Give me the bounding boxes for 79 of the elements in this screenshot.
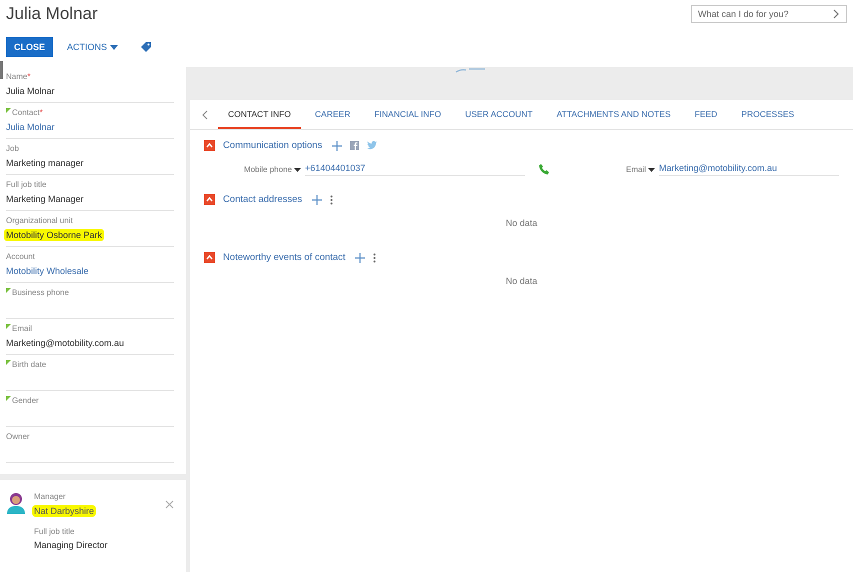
edit-corner-icon bbox=[6, 360, 11, 364]
field-value: Motobility Osborne Park bbox=[4, 228, 104, 240]
phone-field[interactable]: +61404401037 bbox=[304, 163, 525, 176]
phone-icon[interactable] bbox=[538, 164, 550, 175]
field-label: Gender bbox=[12, 396, 39, 404]
add-icon[interactable] bbox=[355, 252, 366, 262]
caret-icon bbox=[294, 168, 301, 172]
add-icon[interactable] bbox=[312, 194, 322, 204]
chevron-right-icon bbox=[832, 9, 840, 19]
section-title[interactable]: Communication options bbox=[222, 140, 322, 151]
more-icon[interactable] bbox=[373, 252, 376, 262]
manager-name[interactable]: Nat Darbyshire bbox=[32, 505, 96, 517]
field-label: Job bbox=[6, 144, 19, 152]
field-label: Account bbox=[6, 252, 35, 260]
form-field[interactable]: Name* Julia Molnar bbox=[6, 67, 174, 103]
field-label: Name* bbox=[6, 72, 30, 80]
field-label: Organizational unit bbox=[6, 216, 73, 224]
empty-message: No data bbox=[506, 276, 538, 286]
field-value: Marketing manager bbox=[6, 158, 84, 168]
edit-corner-icon bbox=[6, 396, 11, 400]
avatar-icon bbox=[6, 492, 26, 514]
field-value: Julia Molnar bbox=[6, 86, 55, 96]
form-field[interactable]: Gender bbox=[6, 391, 174, 427]
field-label: Contact* bbox=[12, 108, 43, 116]
form-field[interactable]: Job Marketing manager bbox=[6, 139, 174, 175]
caret-icon bbox=[110, 44, 118, 50]
field-label: Owner bbox=[6, 432, 30, 440]
close-button[interactable]: CLOSE bbox=[6, 37, 54, 57]
panel-marker bbox=[0, 61, 3, 79]
lookup-link[interactable]: Motobility Wholesale bbox=[6, 266, 89, 276]
page-title: Julia Molnar bbox=[6, 4, 98, 24]
field-label: Business phone bbox=[12, 288, 69, 296]
form-field[interactable]: Email Marketing@motobility.com.au bbox=[6, 319, 174, 355]
search-field[interactable]: What can I do for you? bbox=[691, 5, 847, 23]
tab[interactable]: CAREER bbox=[304, 100, 360, 129]
form-field[interactable]: Full job title Marketing Manager bbox=[6, 175, 174, 211]
empty-message: No data bbox=[506, 218, 538, 228]
manager-label: Manager bbox=[34, 492, 66, 501]
collapse-icon[interactable] bbox=[204, 194, 215, 205]
email-type-dropdown[interactable]: Email bbox=[626, 165, 655, 174]
tab[interactable]: FINANCIAL INFO bbox=[364, 100, 452, 129]
tab[interactable]: CONTACT INFO bbox=[218, 100, 301, 129]
edit-corner-icon bbox=[6, 288, 11, 292]
tab[interactable]: PROCESSES bbox=[731, 100, 804, 129]
twitter-icon[interactable] bbox=[367, 141, 378, 150]
email-field[interactable]: Marketing@motobility.com.au bbox=[659, 163, 839, 176]
more-icon[interactable] bbox=[330, 194, 334, 204]
partial-logo-icon bbox=[455, 67, 488, 73]
field-label: Birth date bbox=[12, 360, 46, 368]
field-label: Full job title bbox=[6, 180, 46, 188]
field-value: Marketing Manager bbox=[6, 194, 84, 204]
caret-icon bbox=[648, 168, 655, 172]
tab[interactable]: FEED bbox=[684, 100, 728, 129]
actions-button[interactable]: ACTIONS bbox=[67, 42, 118, 52]
close-icon[interactable] bbox=[164, 500, 174, 509]
form-field[interactable]: Organizational unit Motobility Osborne Park bbox=[6, 211, 174, 247]
section-title[interactable]: Noteworthy events of contact bbox=[222, 252, 346, 263]
phone-type-dropdown[interactable]: Mobile phone bbox=[244, 165, 301, 174]
edit-corner-icon bbox=[6, 108, 11, 112]
add-icon[interactable] bbox=[332, 140, 342, 150]
field-value: Marketing@motobility.com.au bbox=[6, 338, 124, 348]
form-field[interactable]: Business phone bbox=[6, 283, 174, 319]
section-title[interactable]: Contact addresses bbox=[222, 194, 302, 205]
form-field[interactable]: Account Motobility Wholesale bbox=[6, 247, 174, 283]
tag-icon[interactable] bbox=[140, 41, 152, 53]
form-field[interactable]: Owner bbox=[6, 427, 174, 463]
collapse-icon[interactable] bbox=[204, 252, 215, 263]
tab[interactable]: USER ACCOUNT bbox=[455, 100, 543, 129]
form-field[interactable]: Birth date bbox=[6, 355, 174, 391]
lookup-link[interactable]: Julia Molnar bbox=[6, 122, 55, 132]
collapse-icon[interactable] bbox=[204, 140, 215, 151]
job-title-value: Managing Director bbox=[34, 540, 108, 550]
job-title-label: Full job title bbox=[34, 527, 74, 536]
facebook-icon[interactable] bbox=[350, 141, 360, 150]
tab[interactable]: ATTACHMENTS AND NOTES bbox=[546, 100, 681, 129]
edit-corner-icon bbox=[6, 324, 11, 328]
form-field[interactable]: Contact* Julia Molnar bbox=[6, 103, 174, 139]
field-label: Email bbox=[12, 324, 32, 332]
chevron-left-icon[interactable] bbox=[202, 110, 208, 120]
